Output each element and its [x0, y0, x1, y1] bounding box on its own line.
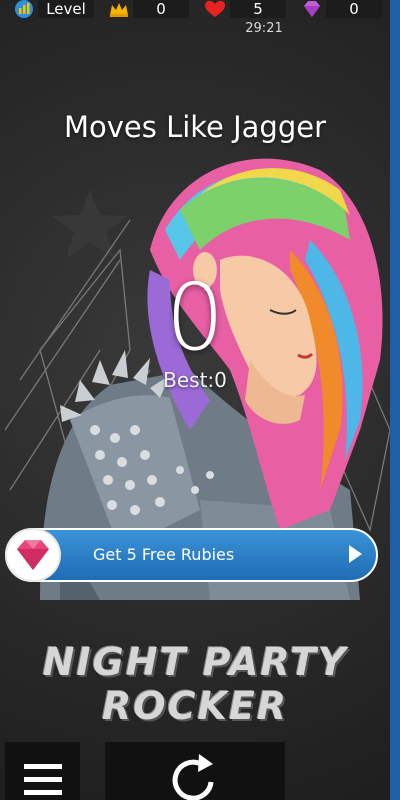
- replay-icon: [172, 754, 214, 800]
- ruby-badge: [5, 528, 61, 582]
- current-score: 0: [165, 264, 225, 371]
- song-title: Moves Like Jagger: [63, 110, 327, 144]
- menu-button[interactable]: [5, 742, 80, 800]
- replay-button[interactable]: [105, 742, 285, 800]
- heart-icon: [205, 0, 225, 18]
- gems-count: 0: [326, 0, 382, 18]
- lives-count: 5: [230, 0, 286, 18]
- background-artwork: [4, 158, 390, 600]
- free-rubies-button[interactable]: Get 5 Free Rubies: [5, 528, 378, 582]
- artwork-brand-text: NIGHT PARTY ROCKER: [42, 640, 348, 728]
- level-label: Level: [38, 0, 94, 18]
- crown-icon: [110, 3, 128, 17]
- best-score: Best:0: [163, 368, 227, 392]
- diamond-icon: [304, 1, 320, 17]
- play-icon: [349, 545, 362, 563]
- timer: 29:21: [245, 21, 283, 36]
- level-bars-icon: [15, 0, 33, 18]
- crowns-count: 0: [133, 0, 189, 18]
- free-rubies-label: Get 5 Free Rubies: [93, 545, 235, 564]
- window-edge: [390, 0, 400, 800]
- ruby-icon: [17, 540, 49, 570]
- game-screen: Level 0 5 0 29:21 Moves Like Jagger 0 Be…: [0, 0, 390, 800]
- hamburger-menu-icon: [24, 764, 62, 795]
- top-hud: Level 0 5 0: [0, 0, 390, 20]
